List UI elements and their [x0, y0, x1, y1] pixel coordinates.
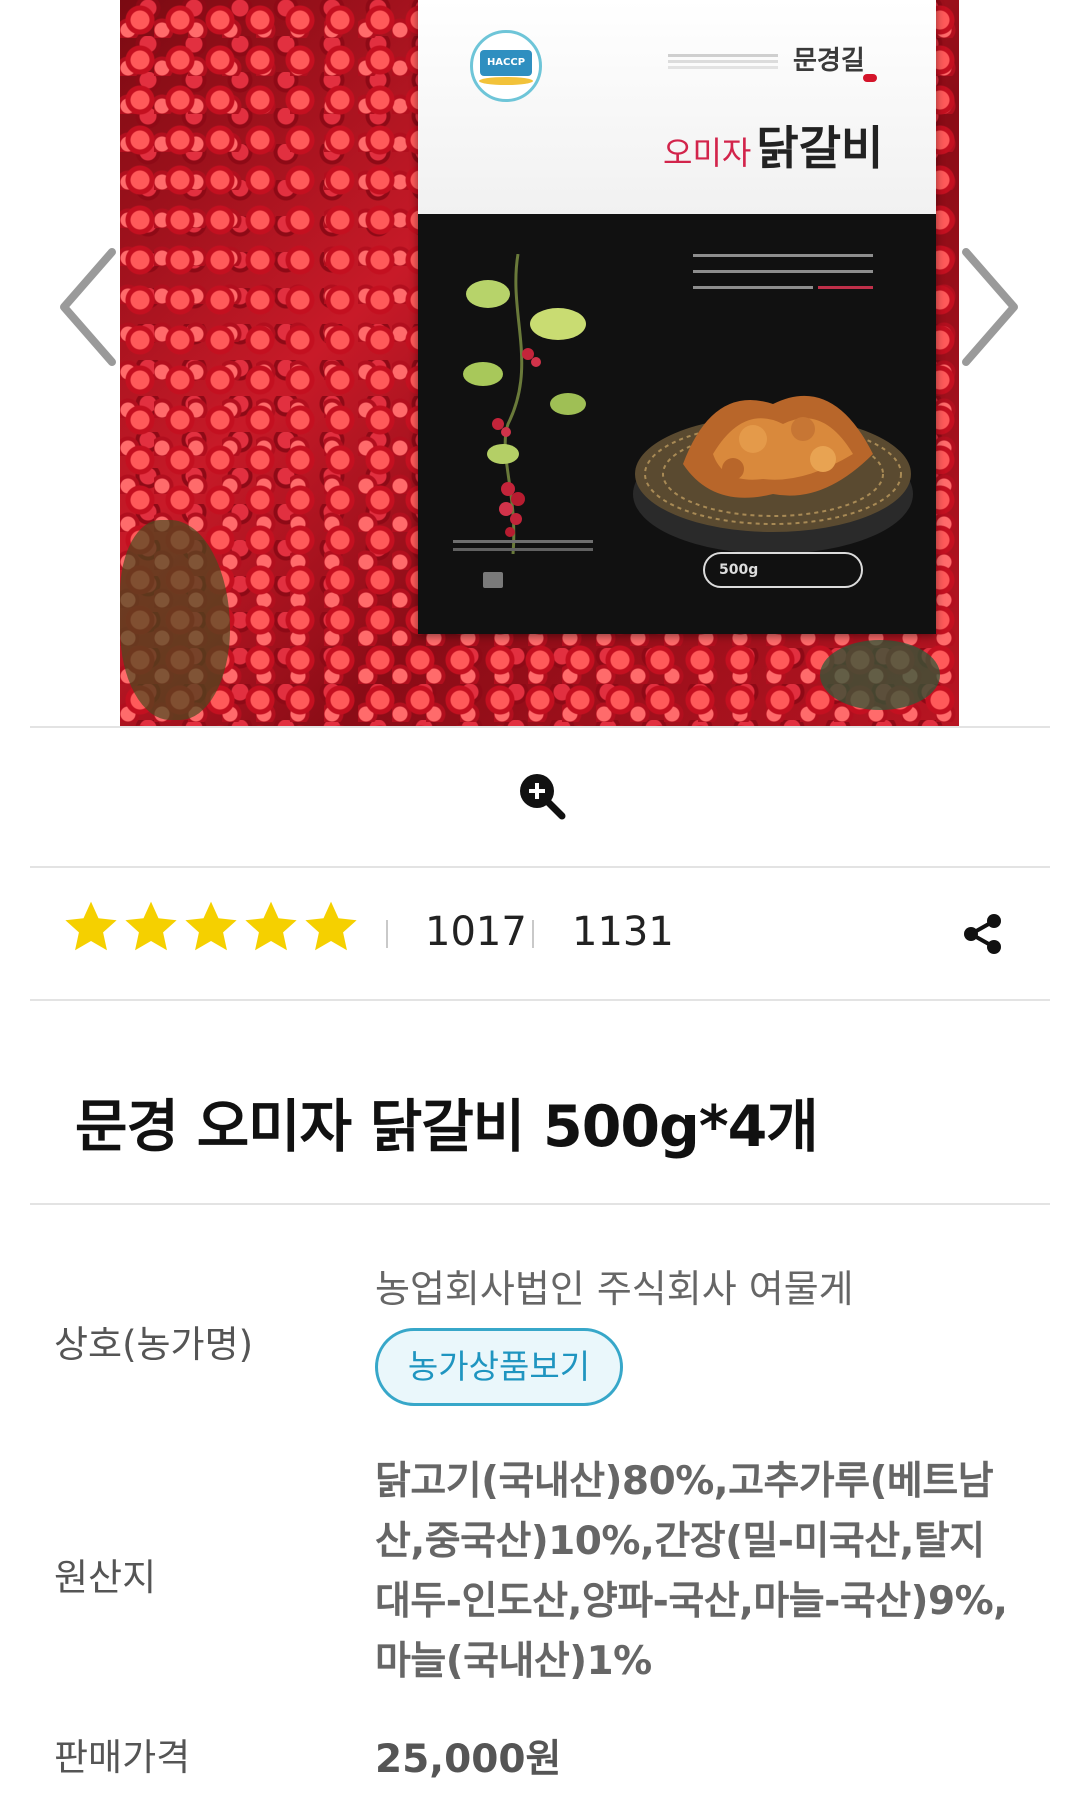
- product-title: 문경 오미자 닭갈비 500g*4개: [75, 1094, 819, 1160]
- product-image-carousel[interactable]: HACCP 문경길 오미자 닭갈비 500g: [0, 0, 1076, 726]
- package-weight-badge: 500g: [703, 552, 863, 588]
- description-line: [693, 254, 873, 257]
- separator: [386, 920, 388, 948]
- zoom-in-icon[interactable]: [518, 772, 566, 820]
- origin-value: 닭고기(국내산)80%,고추가루(베트남산,중국산)10%,간장(밀-미국산,탈…: [375, 1459, 1008, 1684]
- divider: [30, 866, 1050, 868]
- package-box: HACCP 문경길 오미자 닭갈비 500g: [418, 0, 936, 634]
- description-line: [693, 286, 813, 289]
- package-weight: 500g: [719, 562, 759, 578]
- package-dark-panel: 500g: [418, 214, 936, 634]
- package-footer-lines: [453, 540, 593, 543]
- grilled-chicken-illustration: [633, 395, 913, 554]
- price-label: 판매가격: [54, 1736, 191, 1779]
- price-value: 25,000원: [375, 1737, 562, 1782]
- divider: [30, 1203, 1050, 1205]
- origin-label: 원산지: [54, 1556, 157, 1599]
- description-highlight: [818, 286, 873, 289]
- leaf-decoration: [120, 520, 230, 720]
- chevron-left-icon[interactable]: [52, 242, 122, 372]
- separator: [532, 920, 534, 948]
- star-icon: [125, 901, 177, 951]
- package-title-large: 닭갈비: [756, 121, 884, 175]
- package-title-small: 오미자: [663, 134, 752, 172]
- star-icon: [185, 901, 237, 951]
- star-icon: [305, 901, 357, 951]
- divider: [30, 726, 1050, 728]
- star-rating: [62, 898, 362, 956]
- package-brand: 문경길: [793, 46, 865, 76]
- haccp-swoosh: [479, 77, 533, 85]
- description-line: [693, 270, 873, 273]
- haccp-badge-icon: HACCP: [470, 30, 542, 102]
- package-title: 오미자 닭갈비: [663, 112, 883, 178]
- count-b: 1131: [572, 909, 674, 955]
- haccp-label: HACCP: [480, 50, 532, 76]
- vendor-label: 상호(농가명): [54, 1323, 254, 1366]
- chevron-right-icon[interactable]: [956, 242, 1026, 372]
- brand-seal-icon: [863, 74, 877, 82]
- package-top: HACCP 문경길 오미자 닭갈비: [418, 0, 936, 214]
- schisandra-vine-illustration: [463, 254, 586, 554]
- leaf-decoration: [820, 640, 940, 710]
- brand-text-lines: [668, 54, 778, 57]
- farm-products-button[interactable]: 농가상품보기: [375, 1328, 623, 1406]
- vendor-value: 농업회사법인 주식회사 여물게: [375, 1267, 854, 1311]
- count-a: 1017: [425, 909, 527, 955]
- divider: [30, 999, 1050, 1001]
- share-icon[interactable]: [962, 913, 1004, 955]
- star-icon: [245, 901, 297, 951]
- star-icon: [65, 901, 117, 951]
- product-photo: HACCP 문경길 오미자 닭갈비 500g: [120, 0, 959, 726]
- package-footer-logo-icon: [483, 572, 503, 588]
